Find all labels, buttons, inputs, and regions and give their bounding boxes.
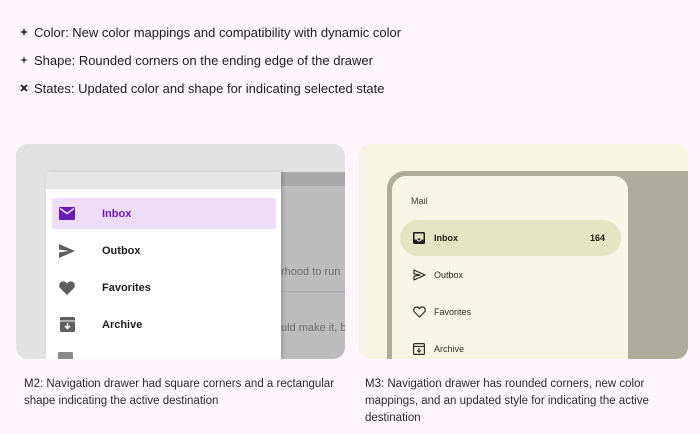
archive-outline-icon [412, 342, 426, 356]
m2-app-bar [281, 172, 345, 186]
bullet-text: Color: New color mappings and compatibil… [34, 24, 402, 40]
m2-background-text: rhood to run [281, 266, 341, 278]
bullet-text: States: Updated color and shape for indi… [34, 80, 385, 96]
m2-example-panel: rhood to run uld make it, b Inbox Outbox… [16, 144, 345, 359]
m3-nav-item-favorites[interactable]: Favorites [400, 294, 621, 330]
m2-nav-item-label: Outbox [102, 244, 141, 257]
m3-navigation-drawer: Mail Inbox 164 Outbox Favorites Archive [392, 176, 628, 359]
m3-nav-item-outbox[interactable]: Outbox [400, 257, 621, 293]
archive-icon [58, 316, 76, 334]
m2-nav-item-label: Favorites [102, 281, 151, 294]
m2-background-text: uld make it, b [281, 322, 345, 334]
bullet-states: States: Updated color and shape for indi… [20, 74, 401, 102]
m2-nav-item-label: Archive [102, 318, 143, 331]
bullet-shape: Shape: Rounded corners on the ending edg… [20, 46, 401, 74]
send-icon [58, 242, 76, 260]
m2-nav-item-archive[interactable]: Archive [52, 309, 276, 340]
m3-drawer-headline: Mail [411, 196, 428, 206]
m3-inbox-count-badge: 164 [589, 233, 605, 243]
heart-icon [58, 279, 76, 297]
m3-nav-item-label: Outbox [434, 270, 464, 280]
m3-nav-item-label: Archive [434, 344, 465, 354]
bullet-text: Shape: Rounded corners on the ending edg… [34, 52, 373, 68]
m2-drawer-header [46, 172, 281, 189]
m2-nav-item-inbox[interactable]: Inbox [52, 198, 276, 229]
m2-nav-item-label: Inbox [102, 207, 132, 220]
heart-outline-icon [412, 305, 426, 319]
sparkle-bullet-icon [20, 56, 34, 64]
m3-nav-item-label: Inbox [434, 233, 458, 243]
cross-bullet-icon [20, 84, 34, 92]
bullet-color: Color: New color mappings and compatibil… [20, 18, 401, 46]
m3-nav-item-label: Favorites [434, 307, 472, 317]
m3-example-panel: Mail Inbox 164 Outbox Favorites Archive [359, 144, 688, 359]
m2-navigation-drawer: Inbox Outbox Favorites Archive [46, 172, 281, 359]
m2-nav-item-outbox[interactable]: Outbox [52, 235, 276, 266]
feature-bullet-list: Color: New color mappings and compatibil… [20, 18, 401, 102]
m2-caption: M2: Navigation drawer had square corners… [24, 378, 335, 407]
m3-nav-item-archive[interactable]: Archive [400, 331, 621, 359]
inbox-icon [412, 231, 426, 245]
m2-partial-icon [58, 352, 73, 359]
mail-icon [58, 205, 76, 223]
star-bullet-icon [20, 28, 34, 36]
m2-background-divider [281, 291, 345, 292]
m3-nav-item-inbox[interactable]: Inbox 164 [400, 220, 621, 256]
m3-caption: M3: Navigation drawer has rounded corner… [365, 378, 649, 424]
send-outline-icon [412, 268, 426, 282]
m2-nav-item-favorites[interactable]: Favorites [52, 272, 276, 303]
